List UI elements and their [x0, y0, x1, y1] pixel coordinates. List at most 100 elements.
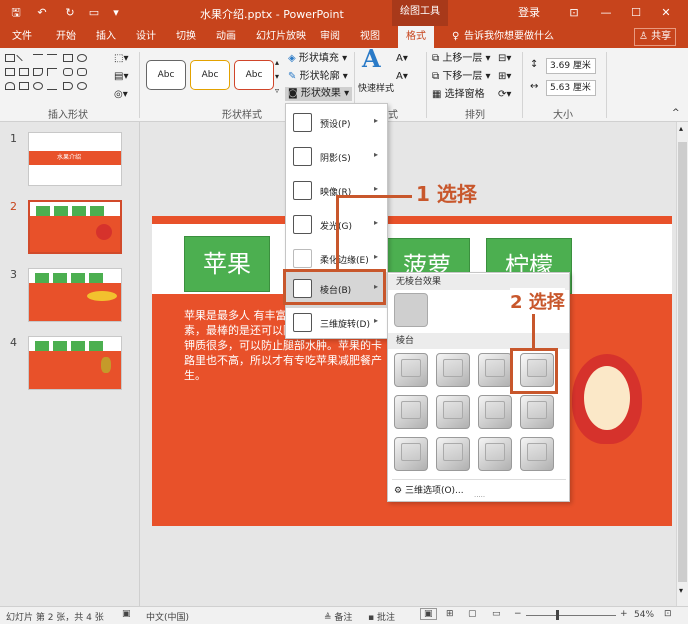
scroll-down-icon[interactable]: ▾ [679, 586, 683, 595]
menu-item-3d-rotation[interactable]: 三维旋转(D) ▸ [286, 306, 387, 340]
tell-me-input[interactable]: 告诉我你想要做什么 [464, 30, 554, 44]
callout-line-1h [336, 195, 412, 198]
slide-thumbnail-3[interactable] [28, 268, 122, 322]
zoom-in-icon[interactable]: + [620, 609, 628, 619]
rotate-icon[interactable]: ⟳▾ [498, 88, 511, 102]
3d-options-label: 三维选项(O)... [404, 486, 464, 496]
scroll-up-icon[interactable]: ▴ [679, 124, 683, 133]
notes-icon: ≜ [324, 613, 332, 623]
language-indicator[interactable]: 中文(中国) [146, 610, 189, 623]
text-fill-icon[interactable]: A▾ [396, 52, 408, 66]
resize-grip-icon[interactable]: ····· [474, 493, 485, 501]
shape-style-1[interactable]: Abc [146, 60, 186, 90]
gallery-scroll-icon[interactable]: ▴ ▾ ▿ [275, 56, 279, 98]
tab-slideshow[interactable]: 幻灯片放映 [256, 30, 306, 44]
scroll-thumb[interactable] [678, 142, 687, 582]
zoom-out-icon[interactable]: − [514, 609, 522, 619]
width-input[interactable]: 5.63 厘米 [546, 80, 596, 96]
zoom-slider[interactable] [526, 615, 616, 616]
notes-label: 备注 [334, 613, 353, 623]
minimize-icon[interactable]: — [598, 4, 614, 22]
submenu-arrow-icon: ▸ [374, 150, 379, 159]
login-link[interactable]: 登录 [514, 4, 544, 22]
tab-insert[interactable]: 插入 [96, 30, 116, 44]
shape-fill-button[interactable]: ◈ 形状填充 ▾ [288, 52, 347, 66]
merge-shapes-icon[interactable]: ◎▾ [114, 88, 128, 102]
bevel-angle-option[interactable] [394, 395, 428, 429]
slideshow-view-icon[interactable]: ▭ [492, 609, 501, 619]
customize-qat-icon[interactable]: ▾ [110, 4, 122, 22]
bevel-slope-option[interactable] [520, 395, 554, 429]
bevel-header: 棱台 [388, 333, 569, 349]
fit-to-window-icon[interactable]: ⊡ [664, 609, 672, 619]
shape-style-3[interactable]: Abc [234, 60, 274, 90]
group-icon[interactable]: ⊞▾ [498, 70, 511, 84]
bring-forward-button[interactable]: ⧉ 上移一层 ▾ [432, 52, 491, 66]
undo-icon[interactable]: ↶ [34, 4, 50, 22]
text-outline-icon[interactable]: A▾ [396, 70, 408, 84]
spellcheck-icon[interactable]: ▣ [122, 609, 131, 619]
zoom-level[interactable]: 54% [634, 610, 654, 620]
tab-format[interactable]: 格式 [398, 26, 434, 48]
bevel-art-deco-option[interactable] [520, 437, 554, 471]
bevel-cross-option[interactable] [478, 353, 512, 387]
effects-icon: ◙ [288, 88, 298, 99]
tab-design[interactable]: 设计 [136, 30, 156, 44]
bevel-soft-round-option[interactable] [436, 395, 470, 429]
outline-icon: ✎ [288, 71, 297, 82]
align-icon[interactable]: ⊟▾ [498, 52, 511, 66]
bevel-divot-option[interactable] [394, 437, 428, 471]
save-icon[interactable]: 🖫 [8, 4, 24, 22]
bevel-relaxed-inset-option[interactable] [436, 353, 470, 387]
slide-thumbnail-4[interactable] [28, 336, 122, 390]
menu-item-shadow[interactable]: 阴影(S) ▸ [286, 140, 387, 174]
quick-styles-button[interactable]: 快速样式 [358, 82, 394, 96]
close-icon[interactable]: ✕ [658, 4, 674, 22]
tab-review[interactable]: 审阅 [320, 30, 340, 44]
shape-styles-group-label: 形状样式 [222, 110, 262, 121]
shapes-gallery[interactable] [5, 54, 105, 100]
shape-style-2[interactable]: Abc [190, 60, 230, 90]
apple-box[interactable]: 苹果 [184, 236, 270, 292]
3d-options-item[interactable]: ⚙ 三维选项(O)... [394, 483, 464, 496]
shape-effects-button[interactable]: ◙ 形状效果 ▾ [285, 87, 353, 101]
tab-file[interactable]: 文件 [12, 30, 32, 44]
tab-view[interactable]: 视图 [360, 30, 380, 44]
tab-home[interactable]: 开始 [56, 30, 76, 44]
maximize-icon[interactable]: ☐ [628, 4, 644, 22]
bevel-convex-option[interactable] [478, 395, 512, 429]
textbox-icon[interactable]: ▤▾ [114, 70, 128, 84]
ribbon-display-icon[interactable]: ⊡ [566, 4, 582, 22]
bevel-riblet-option[interactable] [436, 437, 470, 471]
bevel-circle-option[interactable] [394, 353, 428, 387]
group-separator [139, 52, 140, 118]
comments-button[interactable]: ▪ 批注 [368, 610, 395, 623]
slide-sorter-icon[interactable]: ⊞ [446, 609, 454, 619]
tab-transitions[interactable]: 切换 [176, 30, 196, 44]
vertical-scrollbar[interactable]: ▴ ▾ [676, 122, 688, 606]
menu-item-preset[interactable]: 预设(P) ▸ [286, 106, 387, 140]
drawing-tools-label: 绘图工具 [392, 0, 448, 26]
height-input[interactable]: 3.69 厘米 [546, 58, 596, 74]
send-backward-button[interactable]: ⧉ 下移一层 ▾ [432, 70, 491, 84]
share-button[interactable]: ♙ 共享 [634, 28, 677, 46]
bevel-hard-edge-option[interactable] [478, 437, 512, 471]
redo-icon[interactable]: ↻ [62, 4, 78, 22]
zoom-slider-thumb[interactable] [556, 610, 559, 620]
slide-thumbnail-1[interactable]: 水果介绍 [28, 132, 122, 186]
selection-pane-button[interactable]: ▦ 选择窗格 [432, 88, 485, 102]
submenu-arrow-icon: ▸ [374, 218, 379, 227]
edit-shape-icon[interactable]: ⬚▾ [114, 52, 128, 66]
tab-animations[interactable]: 动画 [216, 30, 236, 44]
reading-view-icon[interactable]: ▢ [468, 609, 477, 619]
slideshow-icon[interactable]: ▭ [86, 4, 102, 22]
normal-view-icon[interactable]: ▣ [420, 608, 437, 620]
notes-button[interactable]: ≜ 备注 [324, 610, 352, 623]
wordart-icon[interactable]: A [362, 47, 381, 71]
slide-thumbnail-2[interactable] [28, 200, 122, 254]
3d-options-icon: ⚙ [394, 486, 403, 496]
bevel-none-option[interactable] [394, 293, 428, 327]
preset-icon [293, 113, 312, 132]
shape-outline-button[interactable]: ✎ 形状轮廓 ▾ [288, 70, 348, 84]
collapse-ribbon-icon[interactable]: ^ [672, 106, 680, 120]
